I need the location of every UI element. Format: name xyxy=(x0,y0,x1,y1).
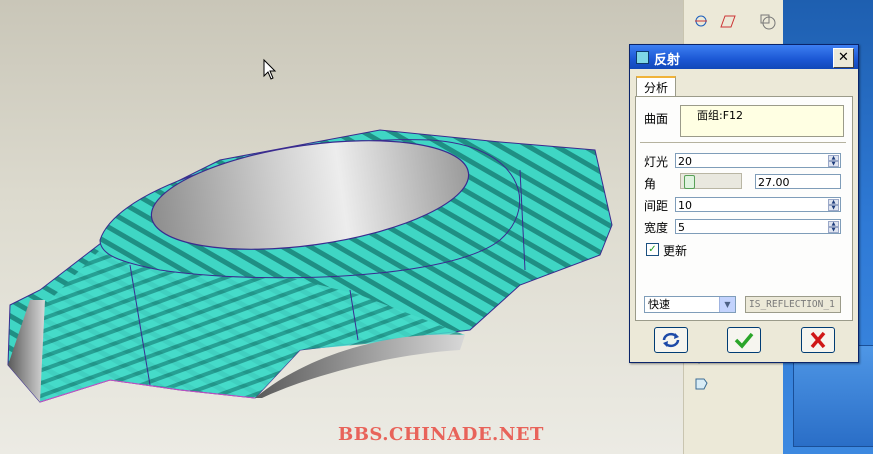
tab-analysis[interactable]: 分析 xyxy=(636,76,676,98)
watermark-text: BBS.CHINADE.NET xyxy=(338,424,544,445)
update-checkbox[interactable]: ✓ xyxy=(646,243,659,256)
light-value: 20 xyxy=(678,155,692,168)
angle-input[interactable]: 27.00 xyxy=(755,174,841,189)
width-value: 5 xyxy=(678,221,685,234)
speed-value: 快速 xyxy=(648,298,670,311)
red-x-icon xyxy=(810,331,826,349)
light-label: 灯光 xyxy=(644,155,669,169)
update-label: 更新 xyxy=(663,244,688,258)
reflection-name-field[interactable]: IS_REFLECTION_1 xyxy=(745,296,841,313)
refresh-icon xyxy=(662,332,680,348)
light-spinner[interactable]: 20 ▲ ▼ xyxy=(675,153,841,168)
slider-thumb[interactable] xyxy=(684,175,695,189)
ok-button[interactable] xyxy=(727,327,761,353)
dialog-title: 反射 xyxy=(654,53,681,68)
width-spinner[interactable]: 5 ▲ ▼ xyxy=(675,219,841,234)
mouse-cursor-icon xyxy=(263,58,277,80)
repaint-button[interactable] xyxy=(654,327,688,353)
speed-dropdown[interactable]: 快速 ▼ xyxy=(644,296,736,313)
close-icon: ✕ xyxy=(838,50,849,65)
shape-tool-icon[interactable] xyxy=(690,372,712,394)
surface-label: 曲面 xyxy=(644,112,669,126)
reflection-dialog: 反射 ✕ 分析 曲面 面组:F12 灯光 20 ▲ ▼ 角 27.00 间距 10… xyxy=(629,44,859,363)
spinner-arrows-icon[interactable]: ▲ ▼ xyxy=(828,221,839,234)
surface-collector[interactable]: 面组:F12 xyxy=(680,105,844,137)
chevron-down-icon[interactable]: ▼ xyxy=(719,297,735,312)
dialog-app-icon xyxy=(636,51,649,64)
datum-plane-tool-icon[interactable] xyxy=(716,10,738,32)
spacing-spinner[interactable]: 10 ▲ ▼ xyxy=(675,197,841,212)
spacing-label: 间距 xyxy=(644,199,669,213)
watch-case-model[interactable] xyxy=(0,0,690,454)
analysis-panel: 曲面 面组:F12 灯光 20 ▲ ▼ 角 27.00 间距 10 ▲ ▼ 宽度 5… xyxy=(635,96,853,321)
angle-value: 27.00 xyxy=(758,176,790,189)
spinner-arrows-icon[interactable]: ▲ ▼ xyxy=(828,199,839,212)
angle-slider[interactable] xyxy=(680,173,742,189)
spacing-value: 10 xyxy=(678,199,692,212)
spinner-arrows-icon[interactable]: ▲ ▼ xyxy=(828,155,839,168)
datum-point-tool-icon[interactable] xyxy=(690,10,712,32)
dialog-titlebar[interactable]: 反射 ✕ xyxy=(630,45,858,69)
cancel-button[interactable] xyxy=(801,327,835,353)
angle-label: 角 xyxy=(644,177,657,191)
surface-value: 面组:F12 xyxy=(697,109,744,122)
divider xyxy=(640,142,846,143)
checkmark-icon xyxy=(734,332,754,349)
close-button[interactable]: ✕ xyxy=(833,48,854,68)
section-tool-icon[interactable] xyxy=(756,10,778,32)
width-label: 宽度 xyxy=(644,221,669,235)
